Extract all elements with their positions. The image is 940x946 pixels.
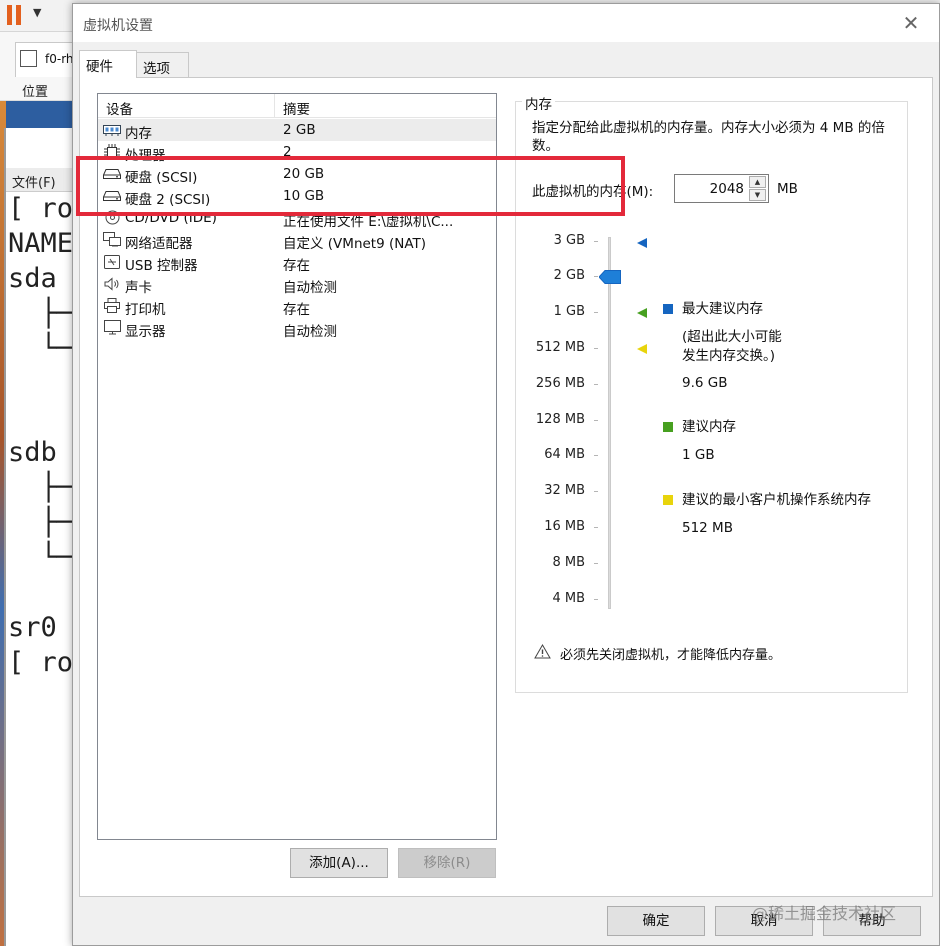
scale-tick [594, 276, 598, 277]
max-legend-label: 最大建议内存 [682, 301, 763, 317]
memory-slider-thumb[interactable] [598, 270, 621, 284]
device-row-sound-card[interactable]: 声卡 自动检测 [98, 273, 496, 296]
vm-tab-icon [20, 50, 37, 67]
device-summary: 存在 [283, 258, 310, 274]
device-summary: 2 GB [283, 122, 316, 138]
max-legend-value: 9.6 GB [682, 375, 728, 391]
scale-tick [594, 527, 598, 528]
tab-hardware[interactable]: 硬件 [79, 50, 137, 78]
printer-icon [103, 298, 121, 313]
watermark-text: @稀土掘金技术社区 [752, 904, 897, 923]
device-name: 打印机 [125, 302, 166, 318]
host-vm-tab-label[interactable]: f0-rh [45, 52, 74, 66]
memory-unit-label: MB [777, 181, 798, 197]
device-name: 声卡 [125, 280, 152, 296]
memory-slider-track[interactable] [608, 237, 611, 609]
max-recommended-marker [637, 238, 647, 248]
recommended-legend-label: 建议内存 [682, 419, 736, 435]
scale-tick [594, 420, 598, 421]
memory-size-value[interactable]: 2048 [710, 181, 744, 197]
scale-label: 512 MB [535, 340, 585, 355]
network-adapter-icon [103, 232, 121, 247]
column-header-device[interactable]: 设备 [106, 98, 133, 118]
column-separator[interactable] [274, 94, 275, 117]
column-header-summary[interactable]: 摘要 [283, 98, 310, 118]
scale-label: 4 MB [552, 591, 585, 606]
recommended-legend-value: 1 GB [682, 447, 715, 463]
scale-tick [594, 563, 598, 564]
minimum-legend-swatch [663, 495, 673, 505]
minimum-legend-label: 建议的最小客户机操作系统内存 [682, 492, 871, 508]
scale-label: 256 MB [535, 376, 585, 391]
scale-tick [594, 384, 598, 385]
scale-label: 3 GB [553, 233, 585, 248]
memory-icon [103, 122, 121, 137]
scale-tick [594, 312, 598, 313]
tab-options[interactable]: 选项 [136, 52, 189, 77]
usb-icon [103, 254, 121, 269]
device-row-display[interactable]: 显示器 自动检测 [98, 317, 496, 340]
device-summary: 自定义 (VMnet9 (NAT) [283, 236, 427, 252]
minimum-recommended-marker [637, 344, 647, 354]
recommended-marker [637, 308, 647, 318]
scale-tick [594, 599, 598, 600]
scale-tick [594, 241, 598, 242]
display-icon [103, 320, 121, 335]
memory-group-title: 内存 [522, 93, 555, 113]
sound-card-icon [103, 276, 121, 291]
dialog-titlebar: 虚拟机设置 ✕ [73, 4, 939, 42]
memory-description: 指定分配给此虚拟机的内存量。内存大小必须为 4 MB 的倍数。 [532, 120, 885, 154]
max-legend-swatch [663, 304, 673, 314]
spin-down-button[interactable]: ▼ [749, 189, 766, 201]
device-row-printer[interactable]: 打印机 存在 [98, 295, 496, 318]
device-summary: 存在 [283, 302, 310, 318]
scale-label: 32 MB [544, 483, 585, 498]
remove-device-button[interactable]: 移除(R) [398, 848, 496, 878]
scale-label: 128 MB [535, 412, 585, 427]
device-name: USB 控制器 [125, 258, 198, 274]
dialog-title: 虚拟机设置 [83, 18, 153, 34]
host-location-label[interactable]: 位置 [22, 81, 48, 100]
device-name: 显示器 [125, 324, 166, 340]
ok-button[interactable]: 确定 [607, 906, 705, 936]
scale-tick [594, 491, 598, 492]
scale-label: 8 MB [552, 555, 585, 570]
vm-settings-dialog: 虚拟机设置 ✕ 硬件 选项 设备 摘要 内存 2 GB 处理器 2 硬盘 (SC… [72, 3, 940, 946]
scale-label: 1 GB [553, 304, 585, 319]
recommended-legend-swatch [663, 422, 673, 432]
device-summary: 自动检测 [283, 280, 337, 296]
annotation-highlight-box [76, 156, 625, 216]
pause-icon[interactable] [7, 5, 23, 25]
device-name: 网络适配器 [125, 236, 193, 252]
device-row-usb-controller[interactable]: USB 控制器 存在 [98, 251, 496, 274]
scale-label: 16 MB [544, 519, 585, 534]
scale-label: 2 GB [553, 268, 585, 283]
max-legend-note: 发生内存交换。) [682, 348, 776, 364]
chevron-down-icon[interactable]: ▼ [33, 6, 41, 19]
memory-size-input[interactable]: 2048 ▲ ▼ [674, 174, 769, 203]
spin-up-button[interactable]: ▲ [749, 176, 766, 188]
terminal-file-menu[interactable]: 文件(F) [12, 172, 56, 191]
device-name: 内存 [125, 126, 152, 142]
minimum-legend-value: 512 MB [682, 520, 733, 536]
scale-tick [594, 455, 598, 456]
device-list-header: 设备 摘要 [98, 94, 496, 118]
close-icon[interactable]: ✕ [901, 13, 921, 33]
max-legend-note: (超出此大小可能 [682, 329, 782, 345]
scale-label: 64 MB [544, 447, 585, 462]
warning-icon [534, 643, 551, 663]
device-row-network-adapter[interactable]: 网络适配器 自定义 (VMnet9 (NAT) [98, 229, 496, 252]
memory-warning-text: 必须先关闭虚拟机，才能降低内存量。 [560, 648, 782, 663]
device-row-memory[interactable]: 内存 2 GB [98, 119, 496, 142]
add-device-button[interactable]: 添加(A)... [290, 848, 388, 878]
scale-tick [594, 348, 598, 349]
device-summary: 自动检测 [283, 324, 337, 340]
